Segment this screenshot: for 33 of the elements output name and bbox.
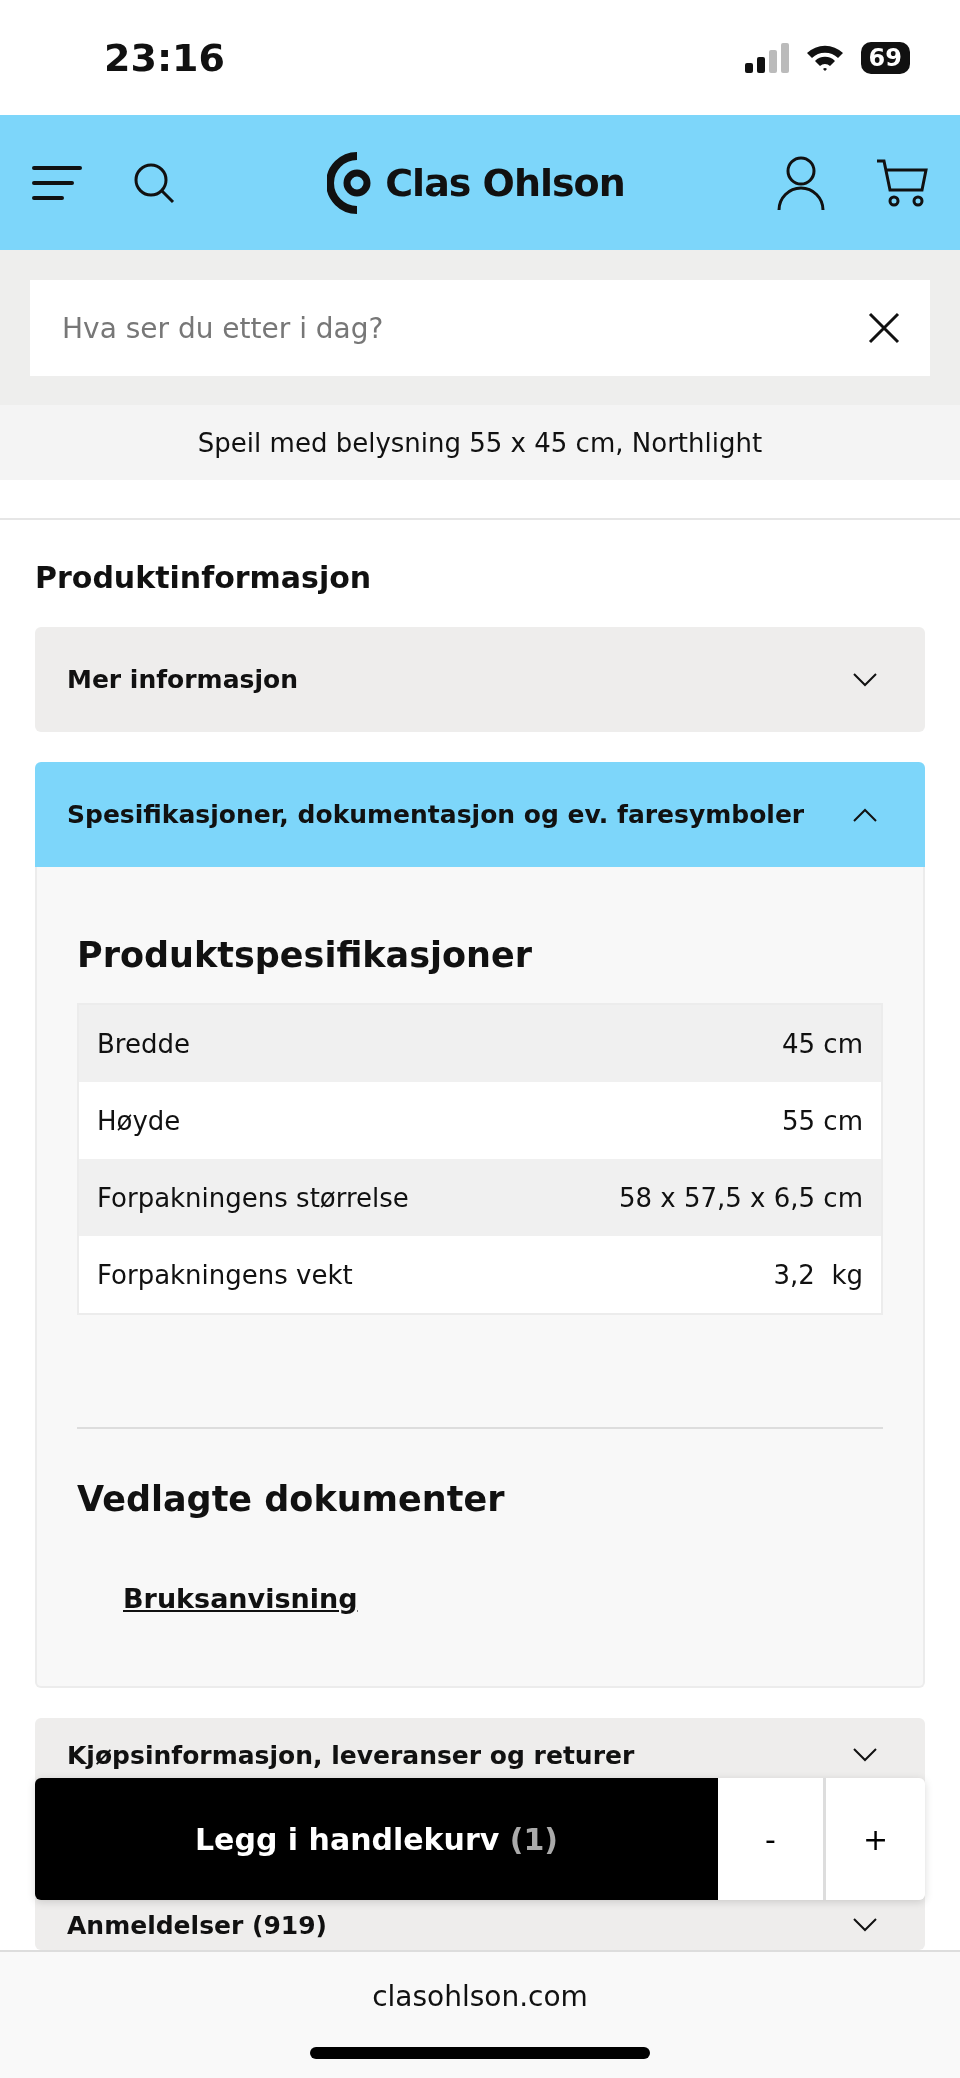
menu-icon[interactable] — [32, 164, 82, 201]
battery-icon: 69 — [860, 41, 910, 74]
chevron-down-icon — [853, 1748, 877, 1762]
url-text: clasohlson.com — [372, 1980, 588, 2013]
spec-value: 45 cm — [782, 1028, 863, 1059]
decrease-button[interactable]: - — [718, 1778, 823, 1900]
documents-heading: Vedlagte dokumenter — [77, 1479, 506, 1519]
account-icon[interactable] — [776, 154, 826, 211]
spec-value: 58 x 57,5 x 6,5 cm — [618, 1182, 863, 1213]
search-field[interactable]: Hva ser du etter i dag? — [30, 280, 930, 376]
logo-text: Clas Ohlson — [385, 160, 625, 205]
accordion-header[interactable]: Mer informasjon — [35, 627, 925, 732]
spec-label: Høyde — [97, 1105, 181, 1136]
specs-heading: Produktspesifikasjoner — [77, 935, 534, 975]
spec-label: Bredde — [97, 1028, 190, 1059]
accordion-header[interactable]: Anmeldelser (919) — [35, 1904, 925, 1950]
product-title: Speil med belysning 55 x 45 cm, Northlight — [197, 427, 763, 458]
close-icon[interactable] — [868, 312, 900, 344]
chevron-down-icon — [853, 672, 877, 687]
spec-value: 55 cm — [782, 1105, 863, 1136]
cart-icon[interactable] — [876, 157, 928, 208]
chevron-down-icon — [853, 1918, 877, 1932]
accordion-header[interactable]: Spesifikasjoner, dokumentasjon og ev. faresymboler — [35, 762, 925, 867]
document-link[interactable]: Bruksanvisning — [123, 1583, 358, 1614]
increase-button[interactable]: + — [823, 1778, 925, 1900]
spec-label: Forpakningens størrelse — [97, 1182, 409, 1213]
chevron-up-icon — [853, 807, 877, 822]
spec-label: Forpakningens vekt — [97, 1259, 353, 1290]
signal-icon — [744, 42, 789, 73]
spec-value: 3,2 kg — [773, 1259, 863, 1290]
section-heading: Produktinformasjon — [35, 560, 373, 595]
add-to-cart-button[interactable]: Legg i handlekurv (1) — [35, 1778, 718, 1900]
status-time: 23:16 — [104, 35, 225, 80]
